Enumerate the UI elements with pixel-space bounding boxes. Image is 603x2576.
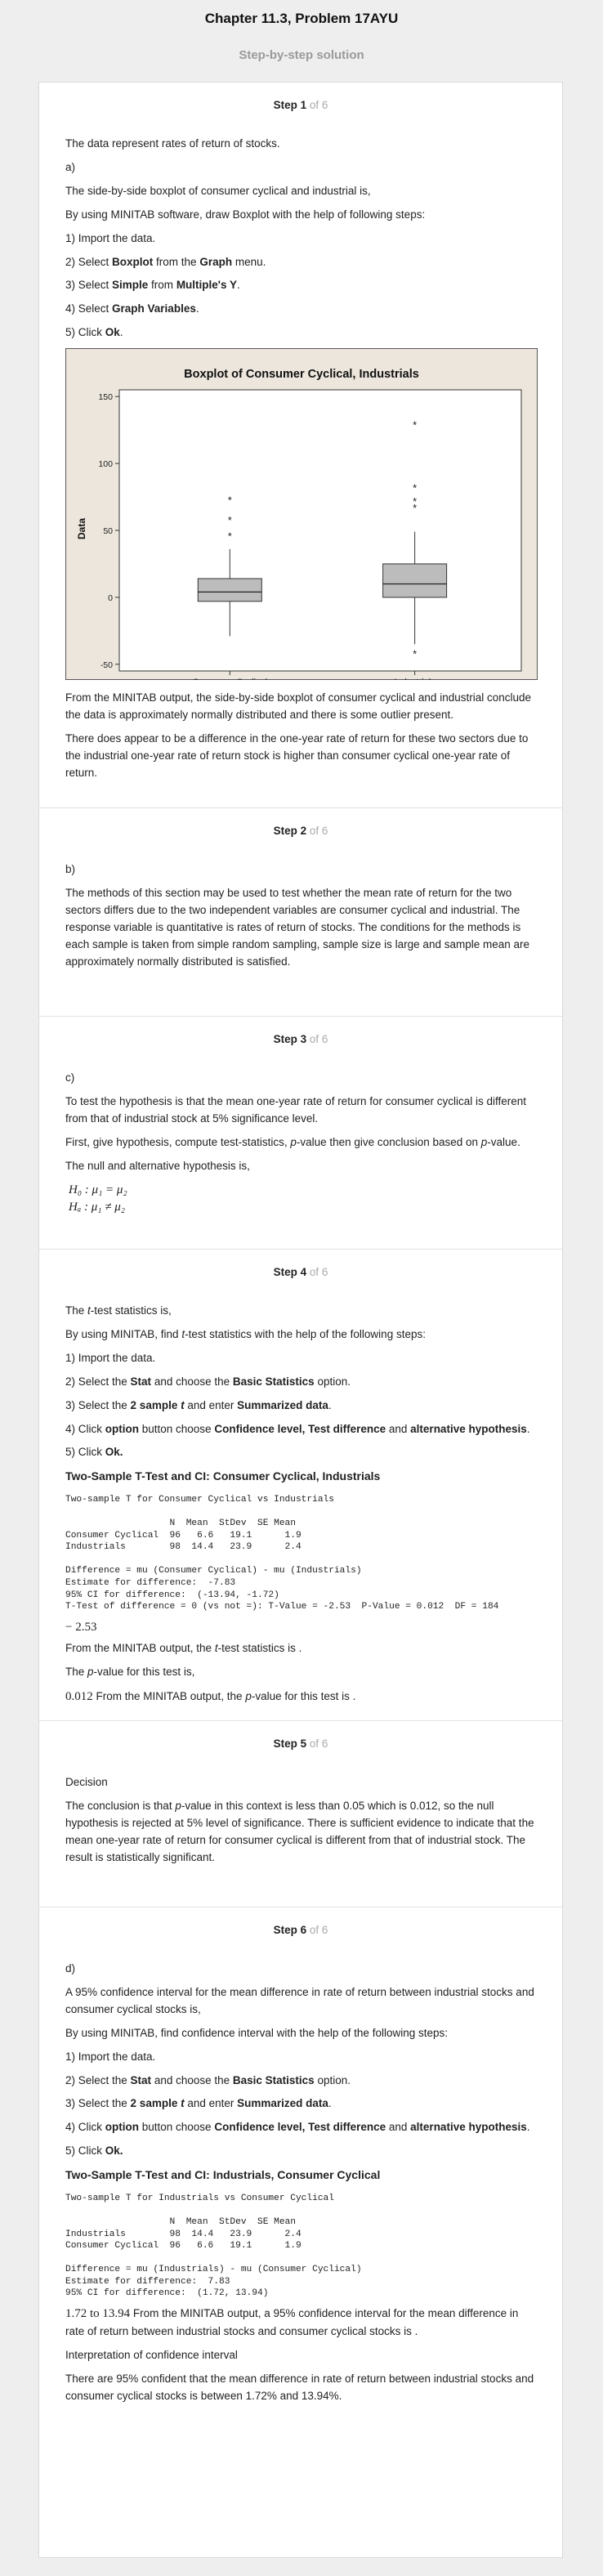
step-4-line: The p-value for this test is, bbox=[65, 1665, 195, 1678]
step-3-line: To test the hypothesis is that the mean … bbox=[65, 1094, 527, 1125]
page-header: Chapter 11.3, Problem 17AYU Step-by-step… bbox=[0, 0, 603, 82]
y-tick-label: 150 bbox=[98, 392, 113, 402]
x-tick-label: Industrials bbox=[395, 678, 436, 680]
y-tick-label: -50 bbox=[100, 660, 113, 670]
minitab-output-title: Two-Sample T-Test and CI: Industrials, C… bbox=[65, 2168, 381, 2182]
interpretation-text: There are 95% confident that the mean di… bbox=[65, 2373, 534, 2402]
step-of: of 6 bbox=[309, 1737, 328, 1750]
p-value: 0.012 bbox=[65, 1689, 93, 1703]
outlier-point: * bbox=[413, 502, 417, 514]
y-tick-label: 50 bbox=[103, 526, 113, 536]
step-1-line: The side-by-side boxplot of consumer cyc… bbox=[65, 184, 371, 197]
step-2-heading: Step 2 of 6 bbox=[65, 808, 536, 840]
step-of: of 6 bbox=[309, 1033, 328, 1045]
solution-steps: Step 1 of 6 The data represent rates of … bbox=[38, 82, 563, 2558]
step-3-line: First, give hypothesis, compute test-sta… bbox=[65, 1135, 520, 1148]
instruction-3: 3) Select the 2 sample t and enter Summa… bbox=[65, 1398, 332, 1411]
step-1-intro: The data represent rates of return of st… bbox=[65, 136, 280, 150]
boxplot-chart: Boxplot of Consumer Cyclical, Industrial… bbox=[65, 348, 538, 687]
instruction-1: 1) Import the data. bbox=[65, 231, 156, 244]
decision-text: The conclusion is that p-value in this c… bbox=[65, 1799, 534, 1863]
y-tick-label: 0 bbox=[108, 593, 113, 603]
outlier-point: * bbox=[413, 648, 417, 660]
step-6-line: A 95% confidence interval for the mean d… bbox=[65, 1985, 534, 2015]
outlier-point: * bbox=[413, 482, 417, 494]
instruction-2: 2) Select the Stat and choose the Basic … bbox=[65, 2073, 351, 2086]
instruction-5: 5) Click Ok. bbox=[65, 2144, 123, 2158]
step-2: Step 2 of 6 b) The methods of this secti… bbox=[39, 808, 562, 1017]
step-of: of 6 bbox=[309, 1266, 328, 1278]
step-4-line: By using MINITAB, find t-test statistics… bbox=[65, 1327, 426, 1340]
step-1-heading: Step 1 of 6 bbox=[65, 83, 536, 114]
instruction-2: 2) Select the Stat and choose the Basic … bbox=[65, 1375, 351, 1388]
minitab-output: Two-sample T for Consumer Cyclical vs In… bbox=[65, 1495, 499, 1612]
step-1: Step 1 of 6 The data represent rates of … bbox=[39, 83, 562, 808]
instruction-5: 5) Click Ok. bbox=[65, 1446, 123, 1459]
instruction-1: 1) Import the data. bbox=[65, 2050, 156, 2063]
step-1-conclusion: From the MINITAB output, the side-by-sid… bbox=[65, 691, 532, 722]
step-6-line: By using MINITAB, find confidence interv… bbox=[65, 2026, 448, 2039]
step-4-heading: Step 4 of 6 bbox=[65, 1250, 536, 1281]
step-5: Step 5 of 6 Decision The conclusion is t… bbox=[39, 1721, 562, 1907]
step-4-line: The t-test statistics is, bbox=[65, 1304, 172, 1317]
outlier-point: * bbox=[228, 514, 232, 526]
minitab-output-title: Two-Sample T-Test and CI: Consumer Cycli… bbox=[65, 1469, 381, 1483]
t-statistic-value: − 2.53 bbox=[65, 1620, 97, 1634]
step-label: Step 3 bbox=[273, 1033, 307, 1045]
instruction-3: 3) Select the 2 sample t and enter Summa… bbox=[65, 2097, 332, 2110]
interpretation-heading: Interpretation of confidence interval bbox=[65, 2349, 238, 2362]
step-label: Step 4 bbox=[273, 1266, 307, 1278]
instruction-1: 1) Import the data. bbox=[65, 1351, 156, 1364]
step-1-conclusion: There does appear to be a difference in … bbox=[65, 732, 529, 779]
step-1-line: By using MINITAB software, draw Boxplot … bbox=[65, 208, 426, 221]
step-4-line: From the MINITAB output, the t-test stat… bbox=[65, 1641, 302, 1654]
part-label: c) bbox=[65, 1071, 75, 1084]
step-5-heading: Step 5 of 6 bbox=[65, 1721, 536, 1753]
box bbox=[197, 578, 262, 602]
instruction-4: 4) Click option button choose Confidence… bbox=[65, 1422, 530, 1435]
instruction-4: 4) Click option button choose Confidence… bbox=[65, 2121, 530, 2134]
step-of: of 6 bbox=[309, 1924, 328, 1936]
step-label: Step 1 bbox=[273, 99, 307, 111]
boxplot-svg: Boxplot of Consumer Cyclical, Industrial… bbox=[65, 348, 538, 687]
step-6: Step 6 of 6 d) A 95% confidence interval… bbox=[39, 1907, 562, 2559]
step-4: Step 4 of 6 The t-test statistics is, By… bbox=[39, 1250, 562, 1721]
instruction-3: 3) Select Simple from Multiple's Y. bbox=[65, 279, 240, 292]
part-label: d) bbox=[65, 1961, 76, 1974]
instruction-2: 2) Select Boxplot from the Graph menu. bbox=[65, 255, 266, 268]
step-3-heading: Step 3 of 6 bbox=[65, 1017, 536, 1049]
alternative-hypothesis: Hₐ : μ₁ ≠ μ₂ bbox=[69, 1201, 125, 1214]
step-label: Step 6 bbox=[273, 1924, 307, 1936]
step-6-heading: Step 6 of 6 bbox=[65, 1907, 536, 1939]
chart-title: Boxplot of Consumer Cyclical, Industrial… bbox=[184, 368, 419, 381]
step-label: Step 5 bbox=[273, 1737, 307, 1750]
part-label: b) bbox=[65, 862, 76, 875]
step-3: Step 3 of 6 c) To test the hypothesis is… bbox=[39, 1017, 562, 1250]
step-2-text: The methods of this section may be used … bbox=[65, 886, 530, 968]
page-subtitle: Step-by-step solution bbox=[239, 48, 364, 63]
decision-heading: Decision bbox=[65, 1775, 108, 1788]
p-value-line: 0.012 From the MINITAB output, the p-val… bbox=[65, 1689, 356, 1703]
step-of: of 6 bbox=[309, 99, 328, 111]
confidence-interval-line: 1.72 to 13.94 From the MINITAB output, a… bbox=[65, 2306, 519, 2338]
page-title: Chapter 11.3, Problem 17AYU bbox=[204, 11, 399, 26]
box bbox=[382, 563, 448, 598]
instruction-5: 5) Click Ok. bbox=[65, 326, 123, 339]
step-label: Step 2 bbox=[273, 825, 307, 837]
part-label: a) bbox=[65, 160, 76, 173]
step-3-line: The null and alternative hypothesis is, bbox=[65, 1159, 250, 1172]
y-tick-label: 100 bbox=[98, 459, 113, 469]
instruction-4: 4) Select Graph Variables. bbox=[65, 302, 199, 315]
outlier-point: * bbox=[228, 530, 232, 543]
outlier-point: * bbox=[228, 494, 232, 507]
confidence-interval-value: 1.72 to 13.94 bbox=[65, 2306, 131, 2320]
step-of: of 6 bbox=[309, 825, 328, 837]
outlier-point: * bbox=[413, 419, 417, 432]
null-hypothesis: H₀ : μ₁ = μ₂ bbox=[69, 1183, 127, 1196]
x-tick-label: Consumer Cyclical bbox=[192, 678, 267, 680]
y-axis-label: Data bbox=[76, 518, 87, 539]
minitab-output: Two-sample T for Industrials vs Consumer… bbox=[65, 2193, 362, 2299]
plot-area bbox=[118, 389, 522, 672]
